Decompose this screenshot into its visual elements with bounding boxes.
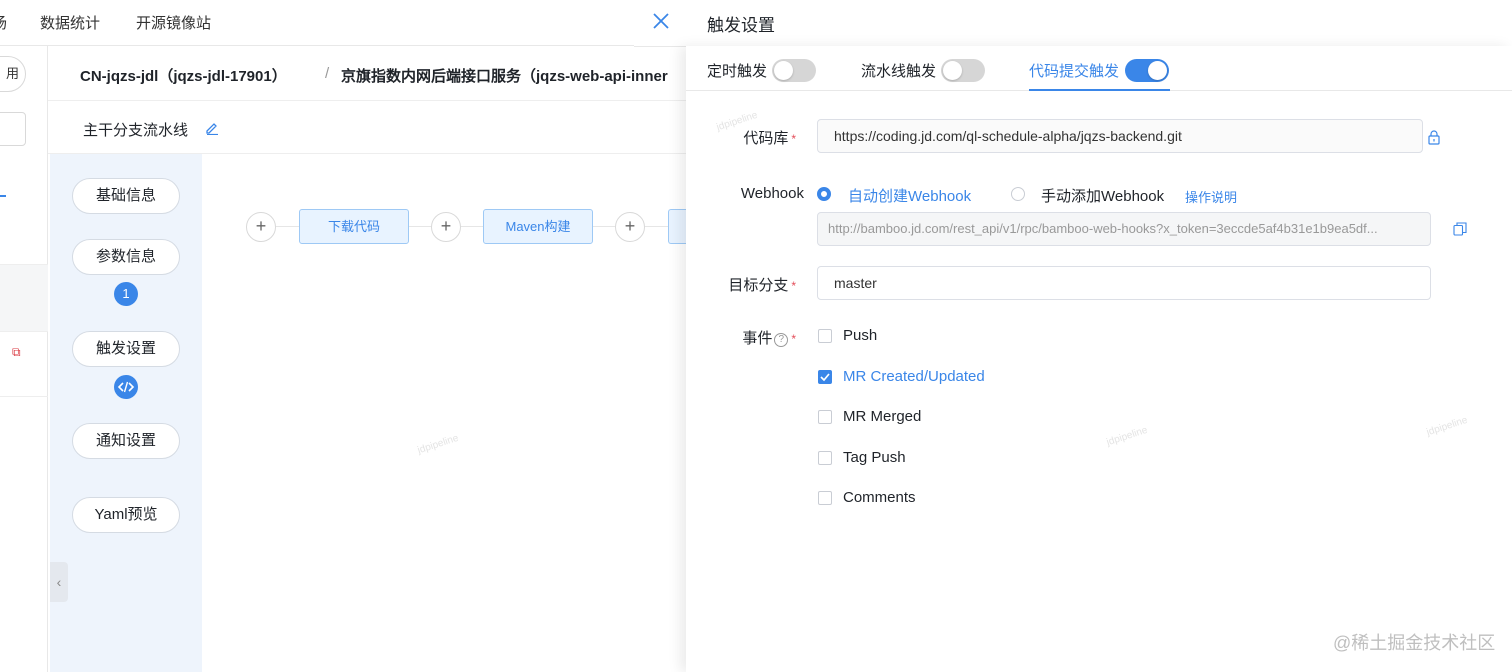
add-stage-button[interactable]: + bbox=[431, 212, 461, 242]
left-partial-input[interactable] bbox=[0, 112, 26, 146]
event-comments-label[interactable]: Comments bbox=[843, 489, 916, 506]
breadcrumb-project[interactable]: CN-jqzs-jdl（jqzs-jdl-17901） bbox=[80, 65, 287, 86]
pipeline-trigger-toggle[interactable] bbox=[941, 59, 985, 82]
left-partial-button[interactable]: 用 bbox=[0, 56, 26, 92]
active-tab-underline bbox=[1029, 89, 1170, 91]
pipeline-name: 主干分支流水线 bbox=[83, 122, 189, 139]
collapse-handle[interactable]: ‹ bbox=[50, 562, 68, 602]
nav-item-mirror-site[interactable]: 开源镜像站 bbox=[136, 12, 211, 33]
pipeline-header: 主干分支流水线 bbox=[48, 101, 688, 154]
edit-icon[interactable] bbox=[204, 119, 220, 135]
help-icon[interactable]: ? bbox=[774, 333, 789, 347]
event-mr-merged-label[interactable]: MR Merged bbox=[843, 408, 921, 425]
step-trigger-settings[interactable]: 触发设置 bbox=[72, 331, 180, 367]
branch-input[interactable]: master bbox=[817, 266, 1431, 300]
webhook-manual-radio[interactable] bbox=[1011, 187, 1025, 201]
code-icon bbox=[114, 375, 138, 399]
watermark: jdpipeline bbox=[416, 432, 460, 457]
event-comments-checkbox[interactable] bbox=[818, 491, 832, 505]
event-push-checkbox[interactable] bbox=[818, 329, 832, 343]
webhook-auto-radio[interactable] bbox=[817, 187, 831, 201]
event-mr-created-checkbox[interactable] bbox=[818, 370, 832, 384]
webhook-manual-label[interactable]: 手动添加Webhook bbox=[1041, 185, 1164, 206]
drawer-title: 触发设置 bbox=[707, 16, 775, 35]
webhook-url-field: http://bamboo.jd.com/rest_api/v1/rpc/bam… bbox=[817, 212, 1431, 246]
divider bbox=[0, 396, 48, 397]
webhook-help-link[interactable]: 操作说明 bbox=[1185, 187, 1237, 206]
active-indicator bbox=[0, 195, 6, 197]
breadcrumb-separator: / bbox=[325, 65, 330, 82]
pipeline-canvas: + 下载代码 + Maven构建 + jdpipeline bbox=[202, 154, 688, 672]
webhook-label: Webhook bbox=[740, 185, 804, 202]
step-notify-settings[interactable]: 通知设置 bbox=[72, 423, 180, 459]
event-mr-merged-checkbox[interactable] bbox=[818, 410, 832, 424]
event-tag-push-checkbox[interactable] bbox=[818, 451, 832, 465]
drawer-header: 触发设置 bbox=[634, 0, 1512, 46]
check-icon bbox=[820, 373, 830, 382]
stage-node[interactable]: Maven构建 bbox=[483, 209, 593, 244]
tab-scheduled-trigger[interactable]: 定时触发 bbox=[707, 60, 767, 81]
copy-icon[interactable] bbox=[1453, 222, 1467, 236]
left-panel: 用 ⧉ bbox=[0, 46, 48, 672]
step-yaml-preview[interactable]: Yaml预览 bbox=[72, 497, 180, 533]
commit-trigger-toggle[interactable] bbox=[1125, 59, 1169, 82]
site-watermark: @稀土掘金技术社区 bbox=[1333, 633, 1496, 653]
event-mr-created-label[interactable]: MR Created/Updated bbox=[843, 368, 985, 385]
scheduled-trigger-toggle[interactable] bbox=[772, 59, 816, 82]
breadcrumb-service[interactable]: 京旗指数内网后端接口服务（jqzs-web-api-inner bbox=[341, 65, 668, 86]
watermark: jdpipeline bbox=[1425, 414, 1469, 439]
watermark: jdpipeline bbox=[1105, 424, 1149, 449]
add-stage-button[interactable]: + bbox=[246, 212, 276, 242]
close-icon[interactable] bbox=[652, 12, 670, 30]
repo-label: 代码库 * bbox=[743, 130, 796, 147]
repo-input[interactable]: https://coding.jd.com/ql-schedule-alpha/… bbox=[817, 119, 1423, 153]
chevron-left-icon: ‹ bbox=[56, 574, 62, 590]
webhook-auto-label[interactable]: 自动创建Webhook bbox=[848, 185, 971, 206]
trigger-settings-drawer: 定时触发 流水线触发 代码提交触发 代码库 * https://coding.jd… bbox=[686, 46, 1512, 672]
steps-sidebar: 基础信息 参数信息 1 触发设置 通知设置 Yaml预览 bbox=[50, 154, 202, 672]
nav-item-statistics[interactable]: 数据统计 bbox=[40, 12, 100, 33]
trigger-tabs: 定时触发 流水线触发 代码提交触发 bbox=[686, 46, 1512, 91]
branch-label: 目标分支 * bbox=[728, 277, 796, 294]
add-stage-button[interactable]: + bbox=[615, 212, 645, 242]
step-param-info[interactable]: 参数信息 bbox=[72, 239, 180, 275]
event-push-label[interactable]: Push bbox=[843, 327, 877, 344]
events-label: 事件? * bbox=[742, 330, 796, 347]
lock-icon[interactable] bbox=[1426, 129, 1442, 145]
breadcrumb: CN-jqzs-jdl（jqzs-jdl-17901） / 京旗指数内网后端接口… bbox=[48, 46, 688, 101]
event-tag-push-label[interactable]: Tag Push bbox=[843, 449, 906, 466]
selected-row[interactable] bbox=[0, 264, 48, 332]
step-param-badge: 1 bbox=[114, 282, 138, 306]
nav-item-partial[interactable]: 场 bbox=[0, 12, 7, 33]
stage-node-partial[interactable] bbox=[668, 209, 688, 244]
tab-commit-trigger[interactable]: 代码提交触发 bbox=[1029, 60, 1119, 81]
copy-icon[interactable]: ⧉ bbox=[12, 345, 21, 360]
step-basic-info[interactable]: 基础信息 bbox=[72, 178, 180, 214]
stage-node[interactable]: 下载代码 bbox=[299, 209, 409, 244]
tab-pipeline-trigger[interactable]: 流水线触发 bbox=[861, 60, 936, 81]
